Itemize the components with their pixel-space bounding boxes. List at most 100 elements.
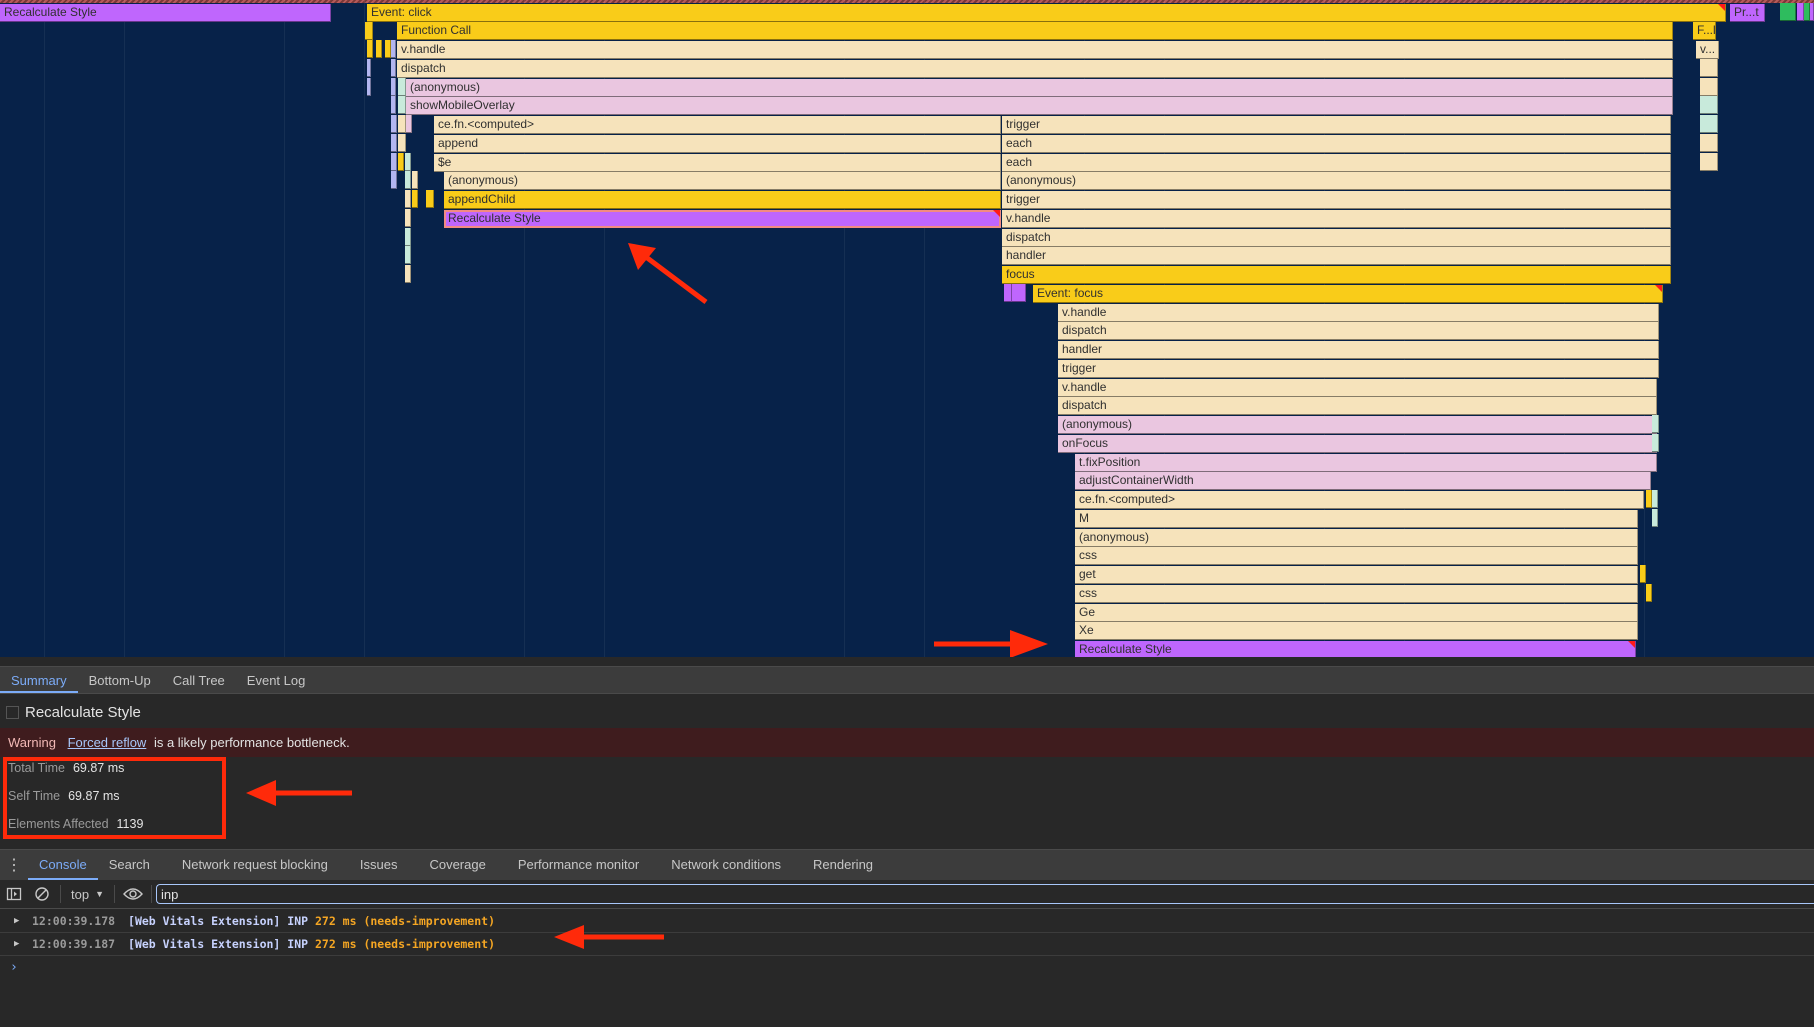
flame-entry-function-call[interactable]: Function Call xyxy=(397,22,1673,41)
clear-console-icon[interactable] xyxy=(28,880,56,908)
flame-entry-v-handle[interactable]: v.handle xyxy=(1002,209,1671,228)
flame-entry-short-call[interactable] xyxy=(426,190,434,208)
flame-entry-each[interactable]: each xyxy=(1002,134,1671,153)
flame-entry-event-click[interactable]: Event: click xyxy=(367,3,1726,22)
console-message[interactable]: ▶ 12:00:39.187 [Web Vitals Extension] IN… xyxy=(0,933,1814,956)
tab-bottom-up[interactable]: Bottom-Up xyxy=(78,667,162,693)
flame-entry-anonymous[interactable]: (anonymous) xyxy=(444,172,1001,191)
flame-entry-short-call[interactable] xyxy=(1652,490,1658,508)
drawer-tab-issues[interactable]: Issues xyxy=(349,850,409,880)
console-filter-input[interactable] xyxy=(156,884,1814,904)
console-message[interactable]: ▶ 12:00:39.178 [Web Vitals Extension] IN… xyxy=(0,910,1814,933)
flame-entry-short-call[interactable] xyxy=(412,171,418,189)
forced-reflow-link[interactable]: Forced reflow xyxy=(68,735,147,750)
flame-entry-short-call[interactable] xyxy=(1646,584,1652,602)
flame-chart[interactable]: Recalculate Style Event: click Pr...t Funct… xyxy=(0,0,1814,657)
flame-entry-short-call[interactable] xyxy=(1700,134,1718,152)
live-expression-eye-icon[interactable] xyxy=(119,880,147,908)
context-selector[interactable]: top ▼ xyxy=(65,887,110,902)
flame-entry-short-call[interactable] xyxy=(405,190,411,208)
drawer-tab-network-conditions[interactable]: Network conditions xyxy=(660,850,792,880)
more-tools-icon[interactable]: ⋮ xyxy=(0,850,28,880)
flame-entry-short-call[interactable] xyxy=(391,96,396,114)
expand-triangle-icon[interactable]: ▶ xyxy=(14,933,19,956)
flame-entry-event-focus[interactable]: Event: focus xyxy=(1033,284,1663,303)
flame-entry-recalculate-style[interactable]: Recalculate Style xyxy=(1075,641,1636,657)
drawer-tab-coverage[interactable]: Coverage xyxy=(418,850,496,880)
flame-entry-short-call[interactable] xyxy=(1780,3,1796,21)
flame-entry-short-call[interactable] xyxy=(1652,415,1659,433)
flame-entry-css[interactable]: css xyxy=(1075,584,1638,603)
flame-entry-short-call[interactable] xyxy=(398,153,404,171)
flame-entry-short-call[interactable] xyxy=(398,134,406,152)
flame-entry-anonymous[interactable]: (anonymous) xyxy=(1075,528,1638,547)
flame-entry-short-call[interactable] xyxy=(1797,3,1804,21)
flame-entry-ge[interactable]: Ge xyxy=(1075,603,1638,622)
flame-entry-short-call[interactable] xyxy=(391,115,397,133)
flame-entry-short-call[interactable] xyxy=(398,78,406,96)
drawer-tab-performance-monitor[interactable]: Performance monitor xyxy=(507,850,650,880)
flame-entry-short-call[interactable] xyxy=(1700,153,1718,171)
flame-entry-adjustcontainerwidth[interactable]: adjustContainerWidth xyxy=(1075,472,1651,491)
flame-entry-m[interactable]: M xyxy=(1075,509,1638,528)
flame-entry-short-call[interactable] xyxy=(391,78,396,96)
flame-entry-v[interactable]: v... xyxy=(1696,41,1719,59)
flame-entry-anonymous[interactable]: (anonymous) xyxy=(406,78,1673,97)
flame-entry-showmobileoverlay[interactable]: showMobileOverlay xyxy=(406,97,1673,116)
flame-entry-short-call[interactable] xyxy=(405,171,411,189)
flame-entry-recalculate-style[interactable]: Recalculate Style xyxy=(444,209,1001,228)
flame-entry-short-call[interactable] xyxy=(398,115,406,133)
flame-entry-short-call[interactable] xyxy=(367,40,373,58)
flame-entry-v-handle[interactable]: v.handle xyxy=(1058,378,1657,397)
flame-entry-short-call[interactable] xyxy=(391,171,397,189)
flame-entry-short-call[interactable] xyxy=(405,153,411,171)
flame-entry-dispatch[interactable]: dispatch xyxy=(1058,322,1659,341)
flame-entry-short-call[interactable] xyxy=(1012,284,1026,302)
flame-entry-xe[interactable]: Xe xyxy=(1075,622,1638,641)
flame-entry-recalculate-style[interactable]: Recalculate Style xyxy=(0,3,331,22)
tab-event-log[interactable]: Event Log xyxy=(236,667,317,693)
drawer-tab-rendering[interactable]: Rendering xyxy=(802,850,884,880)
flame-entry-anonymous[interactable]: (anonymous) xyxy=(1002,172,1671,191)
flame-entry-onfocus[interactable]: onFocus xyxy=(1058,434,1657,453)
flame-entry-short-call[interactable] xyxy=(412,190,418,208)
flame-entry-dispatch[interactable]: dispatch xyxy=(1058,397,1657,416)
flame-entry-trigger[interactable]: trigger xyxy=(1002,116,1671,134)
flame-entry-short-call[interactable] xyxy=(391,59,396,77)
tab-summary[interactable]: Summary xyxy=(0,667,78,693)
sidebar-toggle-icon[interactable] xyxy=(0,880,28,908)
drawer-tab-console[interactable]: Console xyxy=(28,850,98,880)
flame-entry-append[interactable]: append xyxy=(434,134,1001,153)
flame-entry-appendchild[interactable]: appendChild xyxy=(444,191,1001,209)
tab-call-tree[interactable]: Call Tree xyxy=(162,667,236,693)
console-prompt[interactable]: › xyxy=(10,960,18,975)
flame-entry-short-call[interactable] xyxy=(405,228,411,246)
flame-entry-short-call[interactable] xyxy=(1004,284,1012,302)
flame-entry-css[interactable]: css xyxy=(1075,547,1638,566)
flame-entry-short-call[interactable] xyxy=(1700,78,1718,96)
flame-entry-short-call[interactable] xyxy=(1640,565,1646,583)
flame-entry-short-call[interactable] xyxy=(405,265,411,283)
flame-entry-t-fixposition[interactable]: t.fixPosition xyxy=(1075,453,1657,472)
flame-entry-f-l[interactable]: F...l xyxy=(1693,22,1716,41)
flame-entry-trigger[interactable]: trigger xyxy=(1002,191,1671,209)
flame-entry-short-call[interactable] xyxy=(391,153,397,171)
flame-entry-anonymous[interactable]: (anonymous) xyxy=(1058,416,1657,434)
flame-entry-short-call[interactable] xyxy=(1652,434,1659,452)
flame-entry-short-call[interactable] xyxy=(391,134,397,152)
flame-entry-short-call[interactable] xyxy=(406,115,412,133)
drawer-tab-search[interactable]: Search xyxy=(98,850,161,880)
flame-entry-focus[interactable]: focus xyxy=(1002,266,1671,284)
flame-entry-short-call[interactable] xyxy=(391,40,396,58)
flame-entry-short-call[interactable] xyxy=(1700,115,1718,133)
flame-entry-dispatch[interactable]: dispatch xyxy=(397,59,1673,78)
expand-triangle-icon[interactable]: ▶ xyxy=(14,910,19,933)
flame-entry-handler[interactable]: handler xyxy=(1002,247,1671,266)
flame-entry-short-call[interactable] xyxy=(1810,3,1814,21)
flame-entry-short-call[interactable] xyxy=(367,59,371,77)
flame-entry-short-call[interactable] xyxy=(1700,96,1718,114)
flame-entry-dispatch[interactable]: dispatch xyxy=(1002,228,1671,247)
flame-entry-each[interactable]: each xyxy=(1002,153,1671,172)
flame-entry-short-call[interactable] xyxy=(1652,509,1658,527)
flame-entry-short-call[interactable] xyxy=(405,209,411,227)
